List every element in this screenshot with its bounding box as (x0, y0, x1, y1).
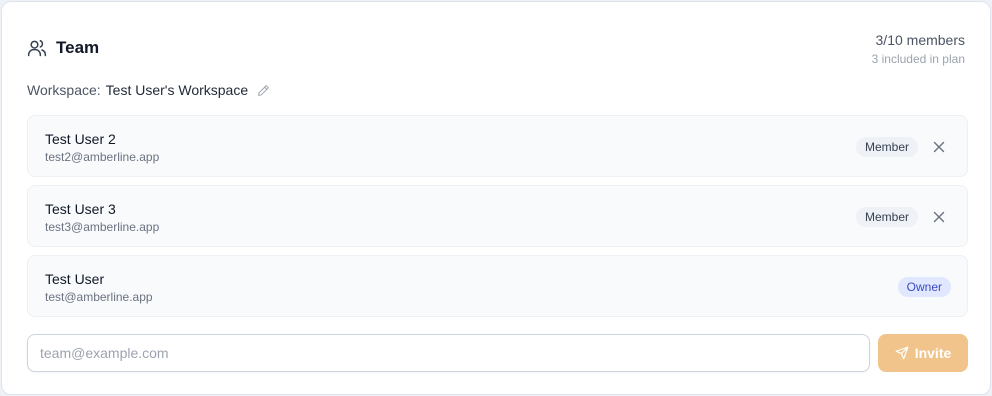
workspace-name: Test User's Workspace (105, 82, 249, 98)
member-row: Test User test@amberline.app Owner (27, 255, 968, 317)
role-badge: Member (855, 207, 918, 227)
member-list: Test User 2 test2@amberline.app Member T… (27, 115, 968, 325)
owner-badge: Owner (897, 277, 951, 297)
close-icon (933, 141, 945, 153)
plan-note: 3 included in plan (871, 52, 965, 66)
invite-email-input[interactable] (27, 334, 870, 372)
remove-member-button[interactable] (931, 139, 947, 155)
workspace-label: Workspace: (27, 82, 101, 98)
member-email: test3@amberline.app (45, 220, 160, 234)
page-title: Team (56, 38, 100, 57)
team-header: Team 3/10 members 3 included in plan (26, 32, 965, 68)
member-count: 3/10 members (875, 32, 965, 48)
member-name: Test User 2 (45, 131, 116, 147)
users-icon (26, 37, 48, 59)
member-row: Test User 3 test3@amberline.app Member (27, 185, 968, 247)
remove-member-button[interactable] (931, 209, 947, 225)
send-icon (895, 346, 909, 360)
member-email: test@amberline.app (45, 290, 153, 304)
close-icon (933, 211, 945, 223)
invite-row: Invite (27, 334, 968, 372)
member-count-block: 3/10 members 3 included in plan (872, 32, 965, 66)
title-wrap: Team (26, 37, 99, 59)
member-name: Test User 3 (45, 201, 116, 217)
role-badge: Member (855, 137, 918, 157)
team-panel: Team 3/10 members 3 included in plan Wor… (1, 1, 991, 395)
workspace-line: Workspace: Test User's Workspace (27, 80, 270, 100)
pencil-icon[interactable] (257, 84, 270, 97)
member-row: Test User 2 test2@amberline.app Member (27, 115, 968, 177)
invite-button-label: Invite (914, 345, 952, 361)
member-name: Test User (45, 271, 105, 287)
member-email: test2@amberline.app (45, 150, 160, 164)
invite-button[interactable]: Invite (878, 334, 968, 372)
